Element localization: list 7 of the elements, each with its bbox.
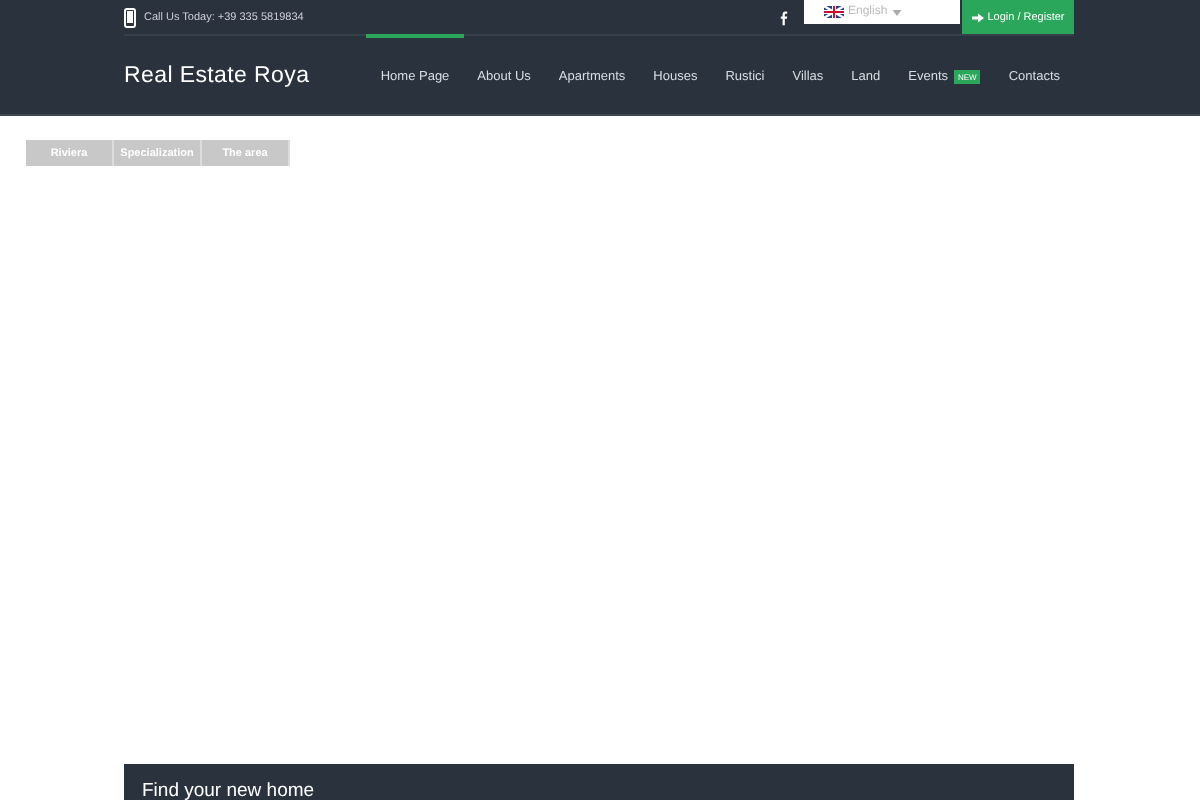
site-logo[interactable]: Real Estate Roya: [124, 64, 310, 88]
panel-title: Find your new home: [142, 780, 315, 800]
flag-icon: [824, 6, 844, 18]
facebook-icon[interactable]: [780, 9, 788, 25]
phone-icon: [124, 7, 136, 27]
sign-in-icon: [971, 11, 984, 23]
caret-icon: [891, 9, 902, 15]
